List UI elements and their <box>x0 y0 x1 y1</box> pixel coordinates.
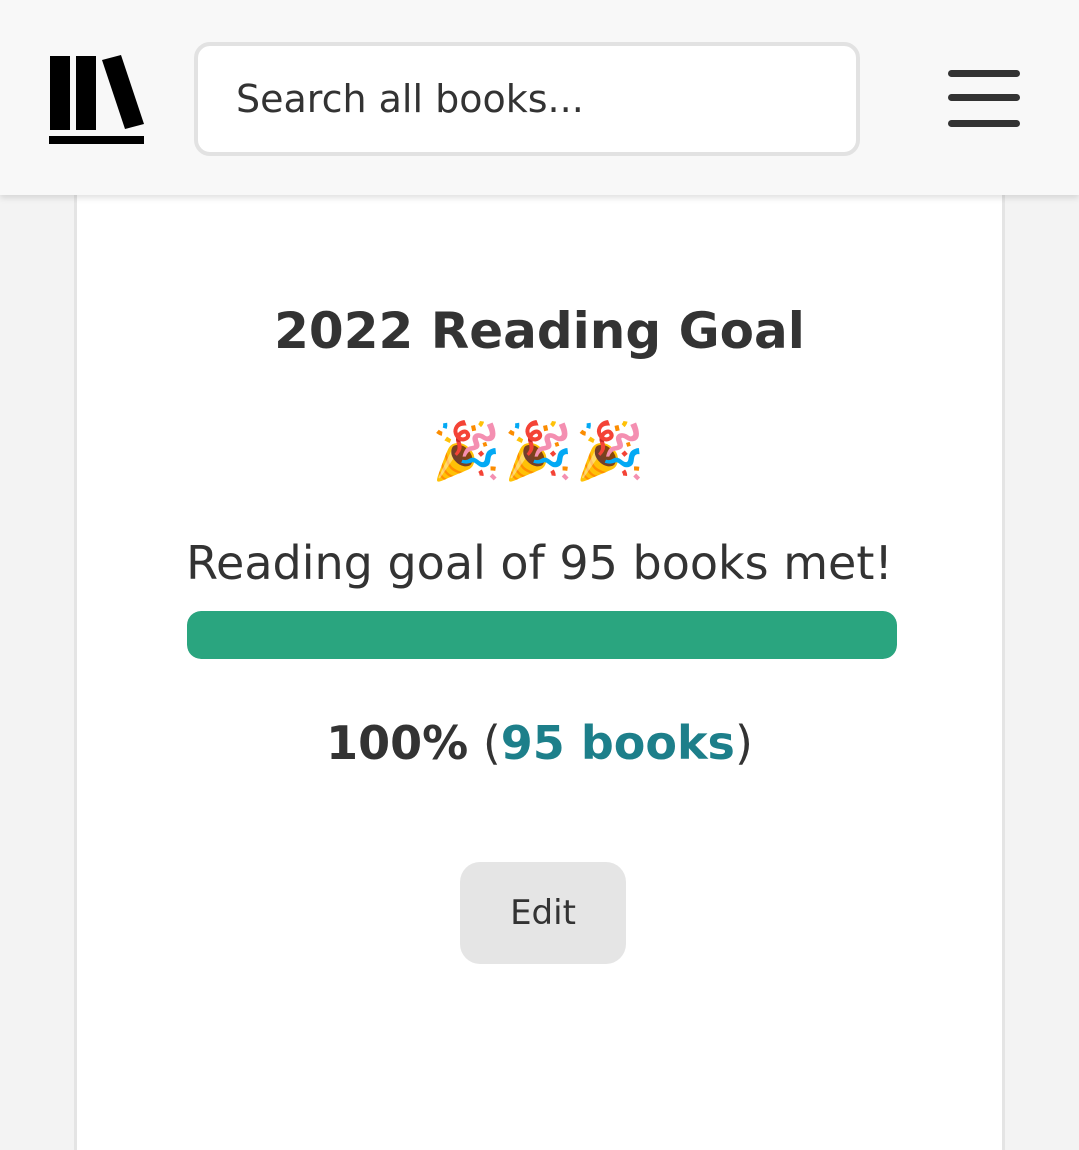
bookshelf-logo-graphic <box>49 55 144 144</box>
paren-open: ( <box>468 716 501 770</box>
party-popper-icon: 🎉🎉🎉 <box>431 419 648 484</box>
goal-met-message: Reading goal of 95 books met! <box>186 536 893 590</box>
paren-close: ) <box>734 716 753 770</box>
goal-percent: 100% <box>326 716 469 770</box>
top-navigation-bar <box>0 0 1079 195</box>
edit-goal-button[interactable]: Edit <box>460 862 626 964</box>
goal-stats: 100% (95 books) <box>77 716 1002 770</box>
reading-goal-card: 2022 Reading Goal 🎉🎉🎉 Reading goal of 95… <box>74 150 1005 1150</box>
books-read-link[interactable]: 95 books <box>501 716 735 770</box>
reading-goal-title: 2022 Reading Goal <box>274 302 805 360</box>
search-input[interactable] <box>194 42 860 156</box>
hamburger-menu-icon[interactable] <box>946 68 1022 132</box>
bookshelf-icon[interactable] <box>48 54 146 146</box>
goal-progress-bar <box>187 611 897 659</box>
goal-progress-fill <box>187 611 897 659</box>
